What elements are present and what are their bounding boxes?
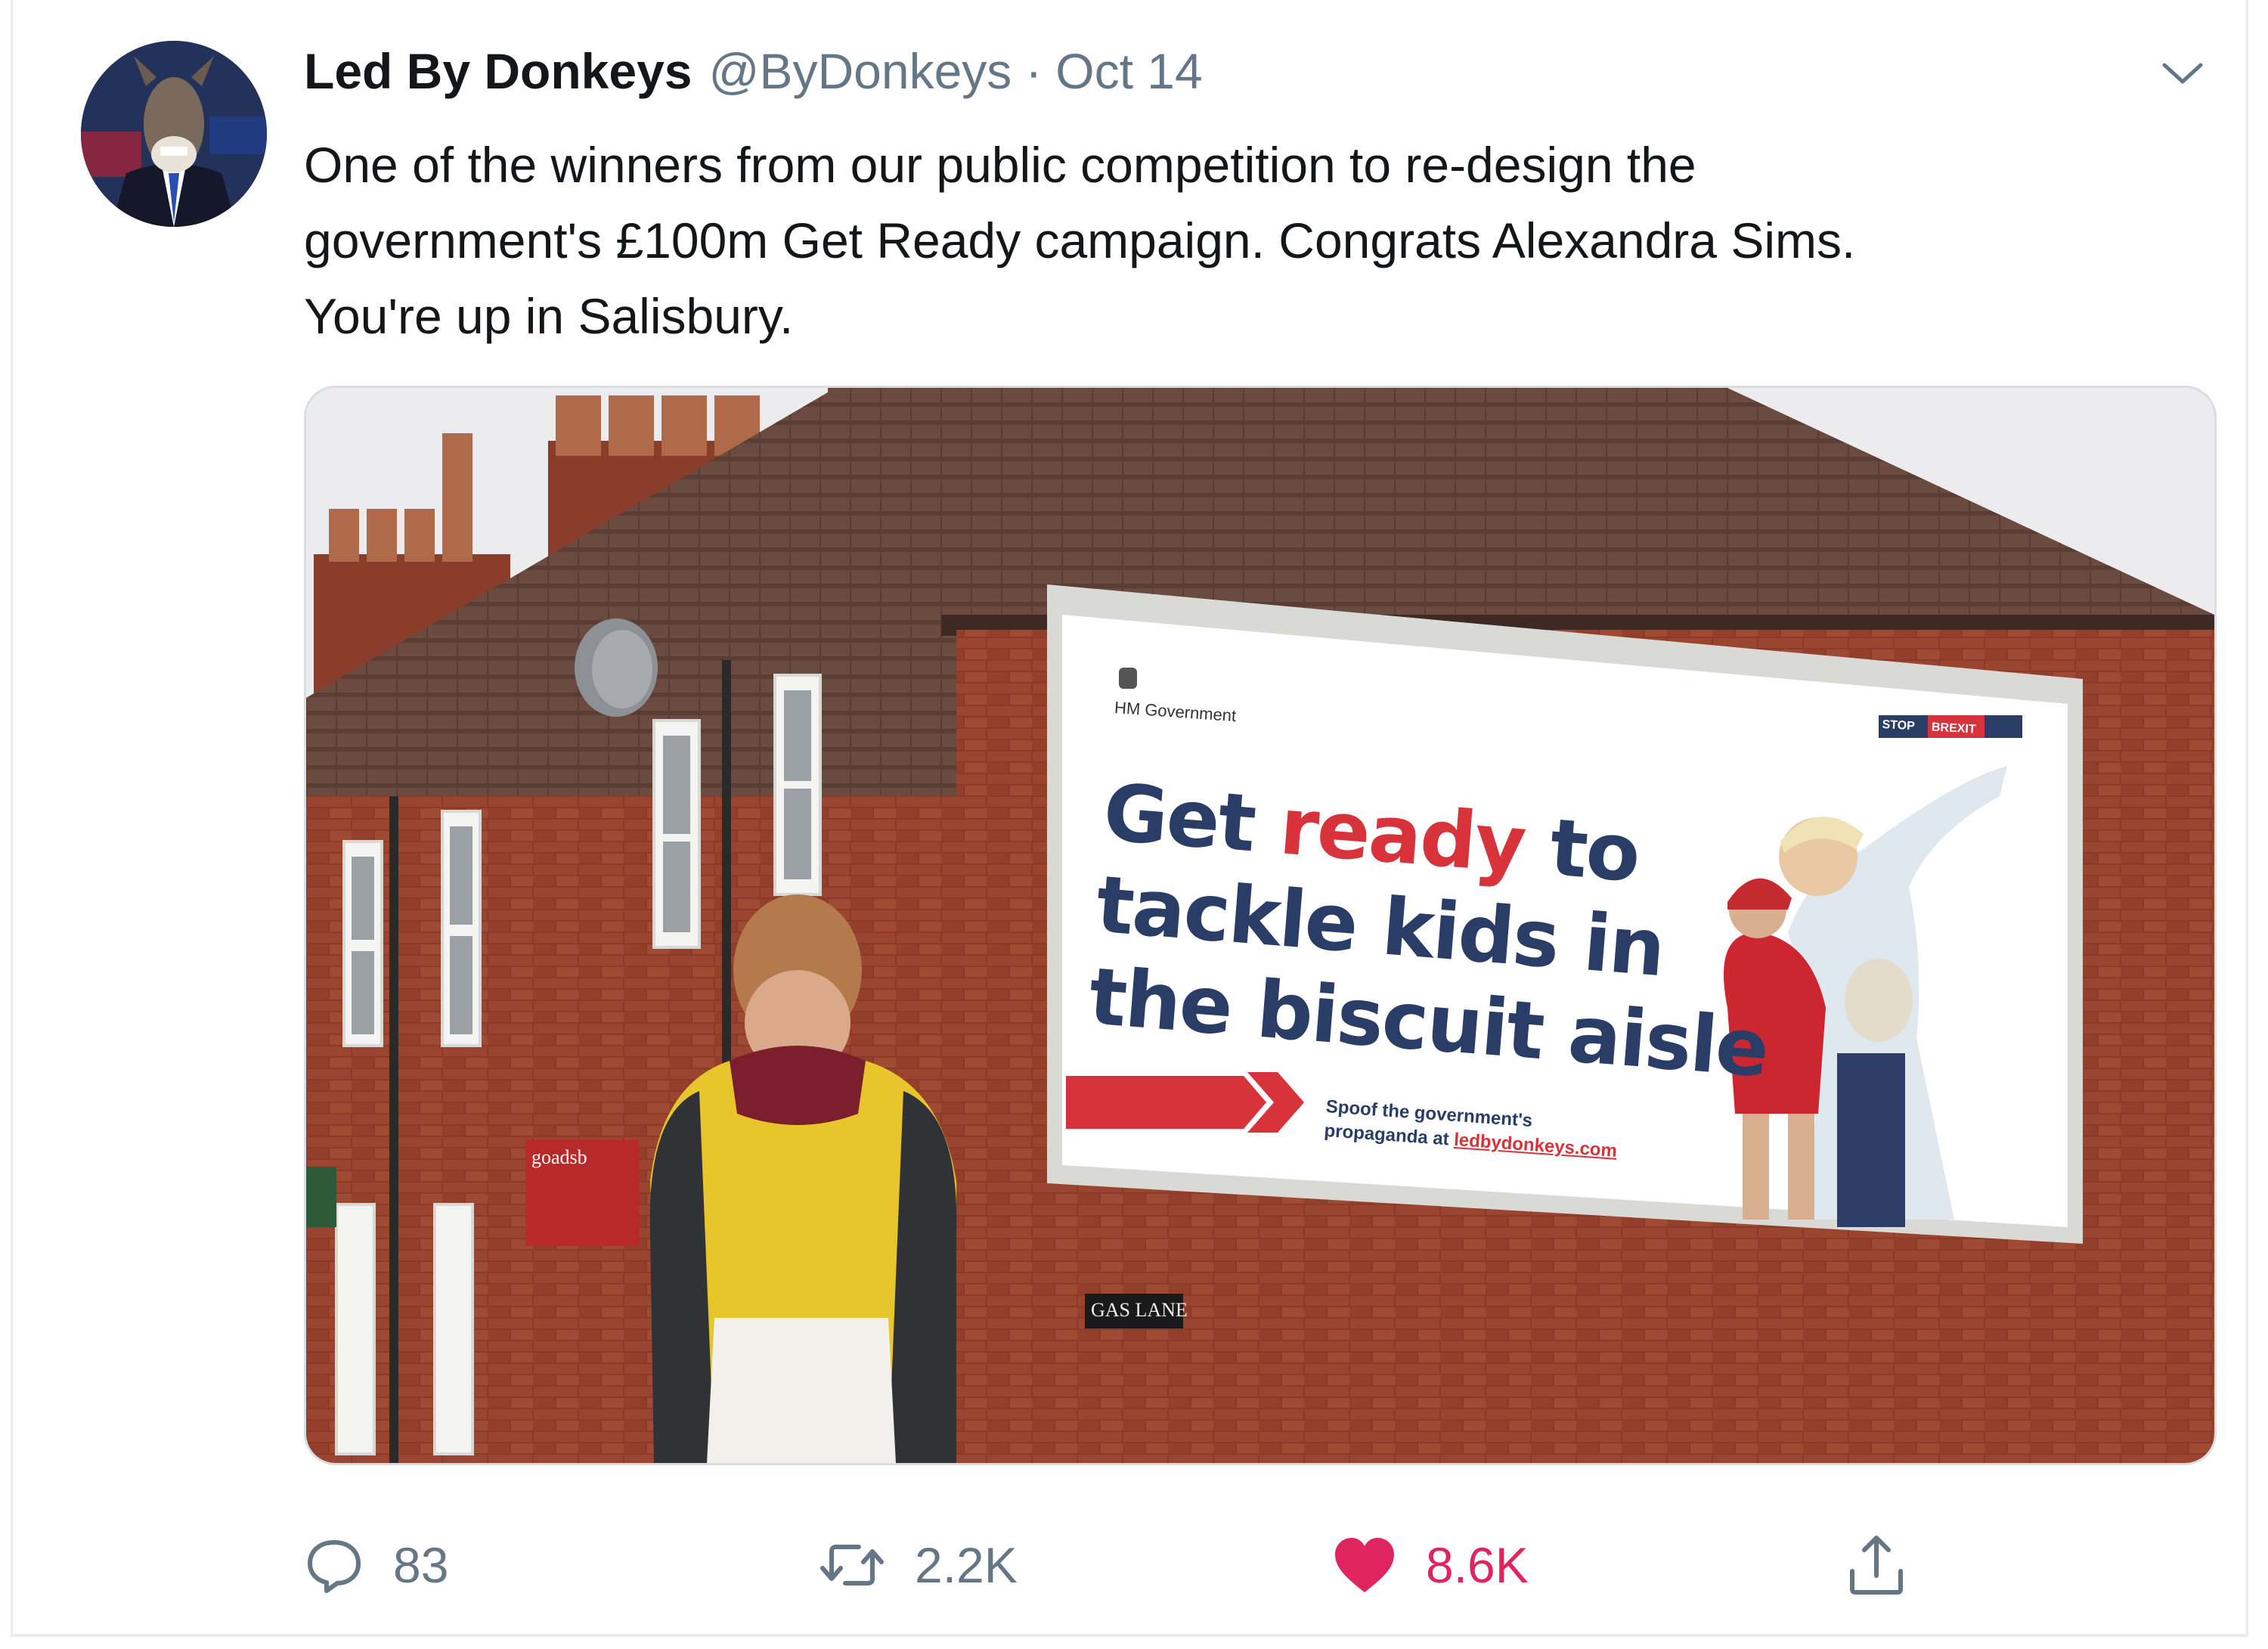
street-sign: GAS LANE [1091,1299,1188,1321]
tweet-header: Led By Donkeys @ByDonkeys · Oct 14 [304,42,1203,110]
reply-count: 83 [393,1537,449,1593]
badge-stop: STOP [1882,718,1916,733]
chevron-down-icon[interactable] [2160,59,2205,89]
like-count: 8.6K [1426,1537,1529,1593]
author-handle[interactable]: @ByDonkeys [709,42,1012,100]
tweet-card[interactable]: Led By Donkeys @ByDonkeys · Oct 14 One o… [11,0,2248,1637]
retweet-button[interactable]: 2.2K [818,1527,1018,1603]
tweet-date[interactable]: Oct 14 [1055,42,1202,100]
tweet-text: One of the winners from our public compe… [304,127,2209,354]
retweet-count: 2.2K [915,1537,1018,1593]
heart-icon [1335,1538,1394,1592]
badge-brexit: BREXIT [1931,721,1977,736]
tweet-text-line: You're up in Salisbury. [304,288,794,344]
retweet-icon [820,1545,884,1585]
share-icon [1850,1536,1903,1595]
author-name[interactable]: Led By Donkeys [304,42,692,100]
tweet-text-line: government's £100m Get Ready campaign. C… [304,212,1856,268]
estate-agent-sign: goadsb [531,1146,587,1168]
reply-button[interactable]: 83 [304,1527,448,1603]
billboard-crest-icon [1119,668,1137,689]
tweet-text-line: One of the winners from our public compe… [304,137,1696,193]
reply-icon [308,1540,361,1593]
avatar[interactable] [81,41,267,227]
separator: · [1025,43,1043,99]
share-button[interactable] [1846,1527,1935,1603]
tweet-media-photo[interactable]: HM Government STOP BREXIT Get ready to t… [304,386,2217,1465]
tweet-actions: 83 2.2K 8.6K [304,1527,1922,1603]
like-button[interactable]: 8.6K [1332,1527,1529,1603]
billboard-headline: Get ready to tackle kids in the biscuit … [1086,766,1786,1095]
